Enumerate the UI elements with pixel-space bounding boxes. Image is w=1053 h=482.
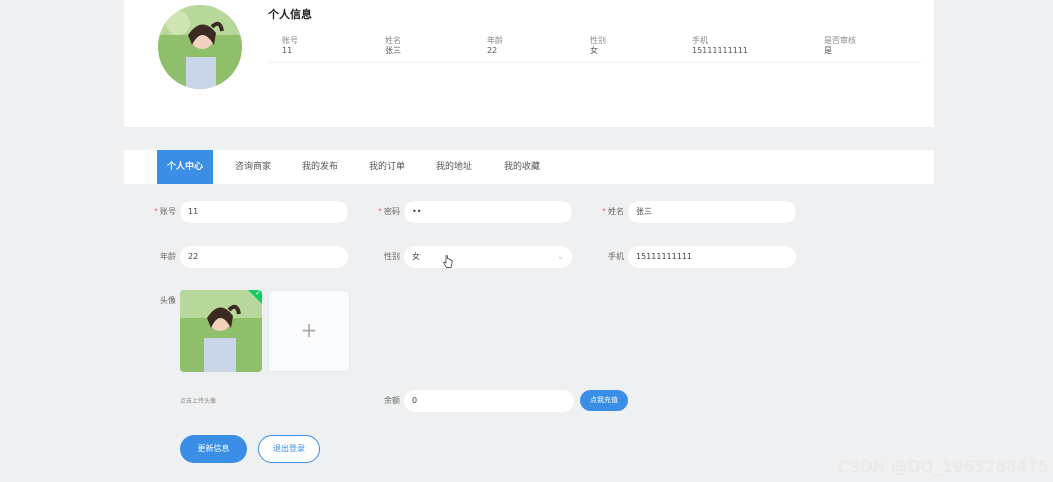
info-header: 年龄	[487, 36, 503, 45]
info-header: 账号	[282, 36, 298, 45]
phone-input[interactable]: 15111111111	[628, 246, 796, 268]
tab-my-addresses[interactable]: 我的地址	[426, 150, 482, 184]
required-mark: *	[154, 207, 158, 216]
info-col-reviewed: 是否审核 是	[824, 36, 856, 56]
phone-label: 手机	[608, 252, 624, 261]
tab-my-posts[interactable]: 我的发布	[292, 150, 348, 184]
name-input[interactable]: 张三	[628, 201, 796, 223]
info-value: 22	[487, 46, 498, 55]
logout-button[interactable]: 退出登录	[258, 435, 320, 463]
hand-cursor-icon	[443, 255, 453, 268]
tab-personal-center[interactable]: 个人中心	[157, 150, 213, 184]
account-label-text: 账号	[160, 207, 176, 216]
info-col-phone: 手机 15111111111	[692, 36, 748, 56]
plus-icon: +	[300, 318, 318, 342]
info-header: 是否审核	[824, 36, 856, 45]
tabs-bar: 个人中心 咨询商家 我的发布 我的订单 我的地址 我的收藏	[124, 150, 934, 184]
info-value: 张三	[385, 46, 401, 55]
gender-select-value: 女	[412, 252, 420, 261]
info-header: 手机	[692, 36, 708, 45]
update-info-button[interactable]: 更新信息	[180, 435, 247, 463]
gender-label: 性别	[384, 252, 400, 261]
profile-avatar	[158, 5, 242, 89]
tab-my-favorites[interactable]: 我的收藏	[494, 150, 550, 184]
name-label: * 姓名	[584, 201, 624, 223]
watermark: CSDN @QQ_1963288475	[837, 457, 1049, 476]
name-label-text: 姓名	[608, 207, 624, 216]
profile-card: 个人信息 账号 11 姓名 张三 年龄 22 性别 女 手机 151111111…	[124, 0, 934, 127]
account-label: * 账号	[136, 201, 176, 223]
avatar-label: 头像	[160, 296, 176, 305]
info-value: 15111111111	[692, 46, 748, 55]
info-col-account: 账号 11	[282, 36, 298, 56]
info-col-age: 年龄 22	[487, 36, 503, 56]
upload-add-button[interactable]: +	[268, 290, 350, 372]
balance-input[interactable]: 0	[404, 390, 574, 412]
info-header: 性别	[590, 36, 606, 45]
required-mark: *	[602, 207, 606, 216]
chevron-down-icon: ⌄	[557, 252, 564, 261]
gender-select[interactable]: 女 ⌄	[404, 246, 572, 268]
recharge-button[interactable]: 点我充值	[580, 390, 628, 411]
age-label: 年龄	[160, 252, 176, 261]
uploaded-avatar-thumb[interactable]: ✓	[180, 290, 262, 372]
info-header: 姓名	[385, 36, 401, 45]
info-value: 女	[590, 46, 598, 55]
tab-consult-merchant[interactable]: 咨询商家	[224, 150, 282, 184]
tab-my-orders[interactable]: 我的订单	[359, 150, 415, 184]
profile-title: 个人信息	[268, 8, 312, 21]
info-value: 11	[282, 46, 293, 55]
password-input[interactable]: ••	[404, 201, 572, 223]
info-col-gender: 性别 女	[590, 36, 606, 56]
profile-info-table: 账号 11 姓名 张三 年龄 22 性别 女 手机 15111111111 是否…	[268, 30, 922, 63]
info-col-name: 姓名 张三	[385, 36, 401, 56]
age-input[interactable]: 22	[180, 246, 348, 268]
upload-hint: 点击上传头像	[180, 398, 217, 405]
password-label: * 密码	[360, 201, 400, 223]
account-input[interactable]: 11	[180, 201, 348, 223]
balance-label: 余额	[384, 396, 400, 405]
check-icon: ✓	[255, 290, 261, 297]
required-mark: *	[378, 207, 382, 216]
password-label-text: 密码	[384, 207, 400, 216]
info-value: 是	[824, 46, 832, 55]
